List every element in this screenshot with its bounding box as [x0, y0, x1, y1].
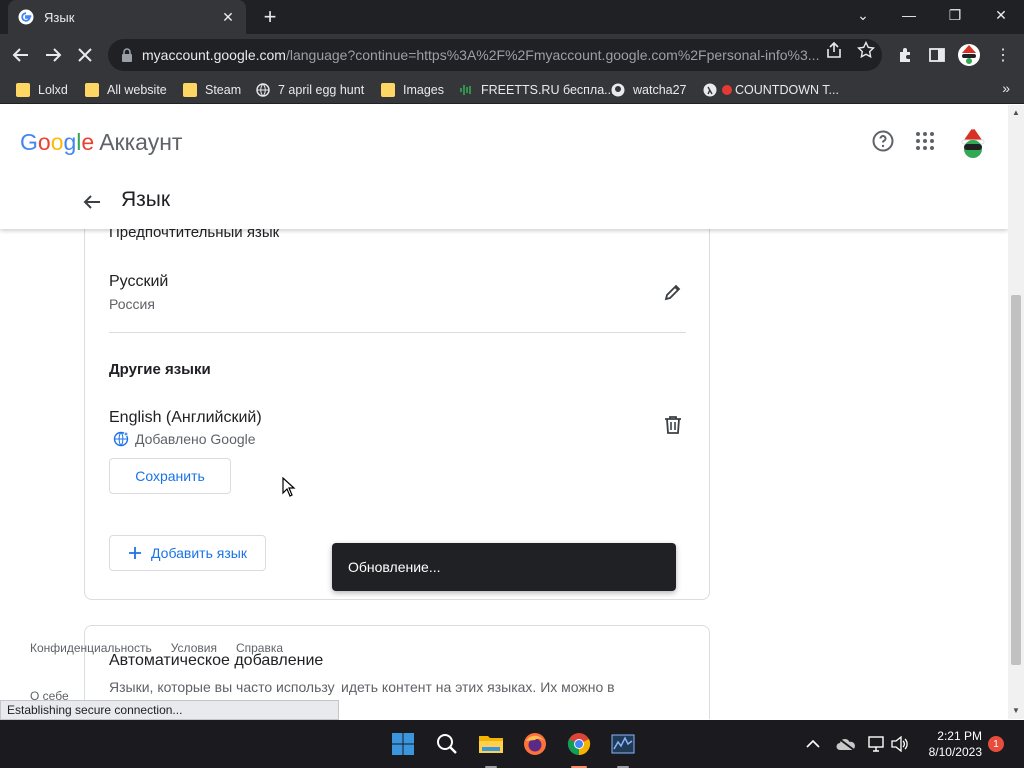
- google-added-globe-icon: [113, 431, 129, 447]
- browser-menu-icon[interactable]: ⋮: [988, 40, 1018, 70]
- chrome-icon[interactable]: [565, 730, 593, 758]
- notification-badge[interactable]: 1: [988, 736, 1004, 752]
- page-scrollbar[interactable]: ▲ ▼: [1008, 105, 1024, 719]
- mouse-cursor-icon: [282, 477, 296, 497]
- side-panel-icon[interactable]: [922, 40, 952, 70]
- bookmark-item[interactable]: All website: [85, 80, 167, 100]
- scroll-up-icon[interactable]: ▲: [1012, 109, 1020, 117]
- bookmark-item[interactable]: 7 april egg hunt: [256, 80, 364, 100]
- footer-link-privacy[interactable]: Конфиденциальность: [30, 641, 152, 655]
- search-icon[interactable]: [433, 730, 461, 758]
- product-name: Аккаунт: [99, 129, 183, 155]
- folder-icon: [183, 83, 197, 97]
- account-avatar[interactable]: [956, 125, 990, 159]
- clock-time: 2:21 PM: [937, 729, 982, 743]
- bookmark-item[interactable]: watcha27: [611, 80, 687, 100]
- edit-language-button[interactable]: [659, 278, 687, 306]
- add-language-button[interactable]: Добавить язык: [109, 535, 266, 571]
- volume-icon[interactable]: [890, 734, 910, 754]
- network-icon[interactable]: [867, 734, 887, 754]
- forward-icon[interactable]: [38, 40, 68, 70]
- bookmark-item[interactable]: COUNTDOWN T...: [703, 80, 839, 100]
- account-header: Google Аккаунт Язык: [0, 105, 1008, 229]
- bookmark-item[interactable]: Steam: [183, 80, 241, 100]
- restore-icon[interactable]: ❐: [932, 0, 978, 30]
- share-icon[interactable]: [825, 41, 843, 59]
- taskbar-clock[interactable]: 2:21 PM 8/10/2023: [912, 728, 982, 760]
- folder-icon: [381, 83, 395, 97]
- pencil-icon: [664, 284, 681, 301]
- file-explorer-icon[interactable]: [477, 730, 505, 758]
- address-bar[interactable]: myaccount.google.com/language?continue=h…: [108, 39, 882, 71]
- stop-loading-icon[interactable]: [70, 40, 100, 70]
- red-dot-icon: [722, 85, 732, 95]
- url-path: /language?continue=https%3A%2F%2Fmyaccou…: [285, 47, 820, 63]
- page-title: Язык: [121, 188, 171, 211]
- bookmark-item[interactable]: FREETTS.RU бесплa...: [459, 80, 615, 100]
- added-by-google: Добавлено Google: [113, 431, 256, 447]
- bookmark-item[interactable]: Images: [381, 80, 444, 100]
- profile-avatar-icon[interactable]: [954, 40, 984, 70]
- windows-taskbar: 2:21 PM 8/10/2023 1: [0, 720, 1024, 768]
- status-bubble: Establishing secure connection...: [0, 700, 339, 720]
- globe-icon: [256, 83, 270, 97]
- scroll-thumb[interactable]: [1011, 295, 1021, 665]
- clock-date: 8/10/2023: [928, 745, 982, 759]
- browser-toolbar: myaccount.google.com/language?continue=h…: [0, 34, 1024, 76]
- footer-link-help[interactable]: Справка: [236, 641, 283, 655]
- tab-search-icon[interactable]: ⌄: [840, 0, 886, 30]
- extensions-icon[interactable]: [891, 40, 921, 70]
- bookmark-star-icon[interactable]: [857, 41, 875, 59]
- page-content: Google Аккаунт Язык Предпочтительный язы…: [0, 105, 1008, 719]
- folder-icon: [85, 83, 99, 97]
- other-language-name: English (Английский): [109, 409, 262, 426]
- scroll-down-icon[interactable]: ▼: [1012, 707, 1020, 715]
- bookmark-item[interactable]: Lolxd: [16, 80, 68, 100]
- save-button[interactable]: Сохранить: [109, 458, 231, 494]
- footer-links: Конфиденциальность Условия Справка: [30, 641, 283, 655]
- close-tab-icon[interactable]: ✕: [220, 9, 236, 25]
- other-languages-title: Другие языки: [109, 361, 211, 378]
- back-icon[interactable]: [6, 40, 36, 70]
- close-window-icon[interactable]: ✕: [978, 0, 1024, 30]
- tab-title: Язык: [44, 9, 75, 25]
- lock-icon: [122, 48, 132, 62]
- browser-tab[interactable]: Язык ✕: [8, 0, 246, 34]
- folder-icon: [16, 83, 30, 97]
- url-domain: myaccount.google.com: [142, 47, 286, 63]
- onedrive-icon[interactable]: [836, 734, 856, 754]
- back-arrow-icon[interactable]: [80, 190, 104, 214]
- screen: Язык ✕ + ⌄ — ❐ ✕ myaccount.google.com/la…: [0, 0, 1024, 768]
- bookmarks-bar: Lolxd All website Steam 7 april egg hunt…: [0, 76, 1024, 104]
- preferred-language-region: Россия: [109, 296, 155, 312]
- preferred-language-name: Русский: [109, 273, 169, 290]
- lambda-icon: [703, 83, 717, 97]
- github-icon: [611, 83, 625, 97]
- audio-wave-icon: [460, 85, 471, 95]
- language-card: Предпочтительный язык Русский Россия Дру…: [84, 193, 710, 600]
- more-bookmarks-icon[interactable]: »: [1002, 80, 1010, 96]
- auto-add-description: Языки, которые вы часто использу идеть к…: [109, 679, 615, 695]
- windows-start-icon[interactable]: [389, 730, 417, 758]
- firefox-icon[interactable]: [521, 730, 549, 758]
- browser-tab-strip: Язык ✕ + ⌄ — ❐ ✕: [0, 0, 1024, 34]
- task-manager-icon[interactable]: [609, 730, 637, 758]
- footer-link-terms[interactable]: Условия: [171, 641, 217, 655]
- apps-grid-icon[interactable]: [913, 129, 937, 153]
- updating-snackbar: Обновление...: [332, 543, 676, 591]
- tray-overflow-icon[interactable]: [803, 734, 823, 754]
- trash-icon: [665, 416, 681, 434]
- google-favicon-icon: [18, 9, 34, 25]
- new-tab-button[interactable]: +: [258, 4, 282, 29]
- plus-icon: [129, 547, 142, 559]
- minimize-icon[interactable]: —: [886, 0, 932, 30]
- delete-language-button[interactable]: [661, 413, 685, 437]
- google-account-logo[interactable]: Google Аккаунт: [20, 129, 182, 156]
- divider: [109, 332, 686, 333]
- help-icon[interactable]: [871, 129, 895, 153]
